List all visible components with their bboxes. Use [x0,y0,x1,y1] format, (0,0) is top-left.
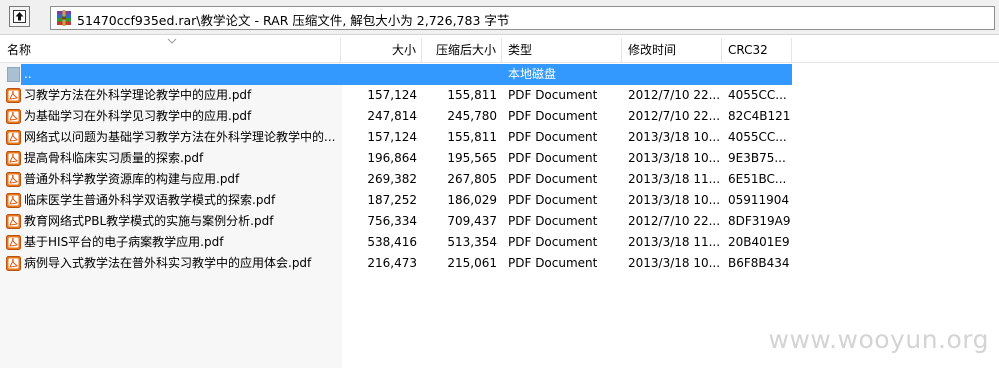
file-type: PDF Document [508,235,598,249]
file-type: PDF Document [508,256,598,270]
watermark: www.wooyun.org [768,325,989,354]
column-header-size[interactable]: 大小 [341,38,422,62]
file-size: 756,334 [367,214,417,228]
file-crc32: 4055CC... [728,130,787,144]
file-type: PDF Document [508,193,598,207]
file-crc32: 20B401E9 [728,235,790,249]
file-modified: 2013/3/18 10... [628,130,720,144]
pdf-file-icon [6,193,21,208]
file-row[interactable]: 为基础学习在外科学见习教学中的应用.pdf 247,814 245,780 PDF D… [0,106,792,127]
file-name: 病例导入式教学法在普外科实习教学中的应用体会.pdf [24,256,312,270]
file-row[interactable]: 病例导入式教学法在普外科实习教学中的应用体会.pdf 216,473 215,061… [0,253,792,274]
file-size: 269,382 [367,172,417,186]
file-type: PDF Document [508,88,598,102]
file-type: PDF Document [508,109,598,123]
file-crc32: 6E51BC... [728,172,787,186]
file-name: 基于HIS平台的电子病案教学应用.pdf [24,235,224,249]
pdf-file-icon [6,130,21,145]
file-row[interactable]: 基于HIS平台的电子病案教学应用.pdf 538,416 513,354 PDF Do… [0,232,792,253]
archive-path-text: 51470ccf935ed.rar\教学论文 - RAR 压缩文件, 解包大小为… [77,13,510,28]
file-size: 216,473 [367,256,417,270]
file-row[interactable]: 教育网络式PBL教学模式的实施与案例分析.pdf 756,334 709,437 PD… [0,211,792,232]
pdf-file-icon [6,235,21,250]
file-size: 157,124 [367,130,417,144]
file-modified: 2013/3/18 11... [628,172,720,186]
column-header-type[interactable]: 类型 [502,38,622,62]
file-packed-size: 513,354 [447,235,497,249]
file-size: 187,252 [367,193,417,207]
pdf-file-icon [6,88,21,103]
parent-folder-row[interactable]: .. 本地磁盘 [0,64,792,85]
file-modified: 2013/3/18 11... [628,235,720,249]
column-header-crc32-label: CRC32 [728,43,768,57]
file-name: 普通外科学教学资源库的构建与应用.pdf [24,172,240,186]
column-header-type-label: 类型 [508,43,533,57]
file-modified: 2013/3/18 10... [628,256,720,270]
file-crc32: 9E3B75... [728,151,786,165]
pdf-file-icon [6,172,21,187]
file-crc32: B6F8B434 [728,256,790,270]
column-header-bar: 名称 大小 压缩后大小 类型 修改时间 CRC32 [0,38,999,63]
pdf-file-icon [6,151,21,166]
file-packed-size: 186,029 [447,193,497,207]
file-name: 为基础学习在外科学见习教学中的应用.pdf [24,109,252,123]
file-list[interactable]: .. 本地磁盘 习教学方法在外科学理论教学中的应用.pdf 157,124 155,… [0,63,999,368]
file-packed-size: 709,437 [447,214,497,228]
column-header-packed-size[interactable]: 压缩后大小 [422,38,502,62]
parent-folder-name: .. [24,67,32,81]
file-crc32: 05911904 [728,193,790,207]
file-name: 教育网络式PBL教学模式的实施与案例分析.pdf [24,214,274,228]
file-crc32: 4055CC... [728,88,787,102]
file-size: 157,124 [367,88,417,102]
file-row[interactable]: 习教学方法在外科学理论教学中的应用.pdf 157,124 155,811 PDF D… [0,85,792,106]
address-bar[interactable]: 51470ccf935ed.rar\教学论文 - RAR 压缩文件, 解包大小为… [50,6,995,30]
file-type: PDF Document [508,214,598,228]
column-header-crc32[interactable]: CRC32 [722,38,792,62]
file-size: 247,814 [367,109,417,123]
column-header-name-label: 名称 [7,43,32,57]
file-packed-size: 155,811 [447,88,497,102]
pdf-file-icon [6,214,21,229]
file-type: PDF Document [508,172,598,186]
file-crc32: 8DF319A9 [728,214,790,228]
file-packed-size: 245,780 [447,109,497,123]
column-header-name[interactable]: 名称 [0,38,341,62]
file-name: 临床医学生普通外科学双语教学模式的探索.pdf [24,193,276,207]
file-modified: 2012/7/10 22... [628,109,720,123]
file-packed-size: 155,811 [447,130,497,144]
file-row[interactable]: 临床医学生普通外科学双语教学模式的探索.pdf 187,252 186,029 PDF… [0,190,792,211]
file-name: 习教学方法在外科学理论教学中的应用.pdf [24,88,252,102]
pdf-file-icon [6,109,21,124]
file-name: 网络式以问题为基础学习教学方法在外科学理论教学中的... [24,130,336,144]
file-type: PDF Document [508,151,598,165]
path-toolbar: 51470ccf935ed.rar\教学论文 - RAR 压缩文件, 解包大小为… [0,0,999,35]
folder-up-icon [13,10,26,23]
file-crc32: 82C4B121 [728,109,790,123]
parent-folder-icon [7,67,20,82]
file-packed-size: 195,565 [447,151,497,165]
column-header-modified-label: 修改时间 [628,43,677,57]
file-modified: 2013/3/18 10... [628,193,720,207]
column-header-size-label: 大小 [391,43,416,57]
file-modified: 2012/7/10 22... [628,214,720,228]
parent-folder-type: 本地磁盘 [508,67,557,81]
file-packed-size: 267,805 [447,172,497,186]
file-row[interactable]: 提高骨科临床实习质量的探索.pdf 196,864 195,565 PDF Docum… [0,148,792,169]
file-modified: 2013/3/18 10... [628,151,720,165]
file-modified: 2012/7/10 22... [628,88,720,102]
column-header-packed-size-label: 压缩后大小 [435,43,496,57]
file-type: PDF Document [508,130,598,144]
folder-up-button[interactable] [9,6,30,27]
rar-archive-icon [57,10,71,26]
file-name: 提高骨科临床实习质量的探索.pdf [24,151,204,165]
rar-archive-window: 51470ccf935ed.rar\教学论文 - RAR 压缩文件, 解包大小为… [0,0,999,368]
pdf-file-icon [6,256,21,271]
file-packed-size: 215,061 [447,256,497,270]
file-size: 538,416 [367,235,417,249]
file-size: 196,864 [367,151,417,165]
column-header-modified[interactable]: 修改时间 [622,38,722,62]
file-row[interactable]: 网络式以问题为基础学习教学方法在外科学理论教学中的... 157,124 155,8… [0,127,792,148]
sort-arrow-icon [167,38,177,44]
file-row[interactable]: 普通外科学教学资源库的构建与应用.pdf 269,382 267,805 PDF Do… [0,169,792,190]
